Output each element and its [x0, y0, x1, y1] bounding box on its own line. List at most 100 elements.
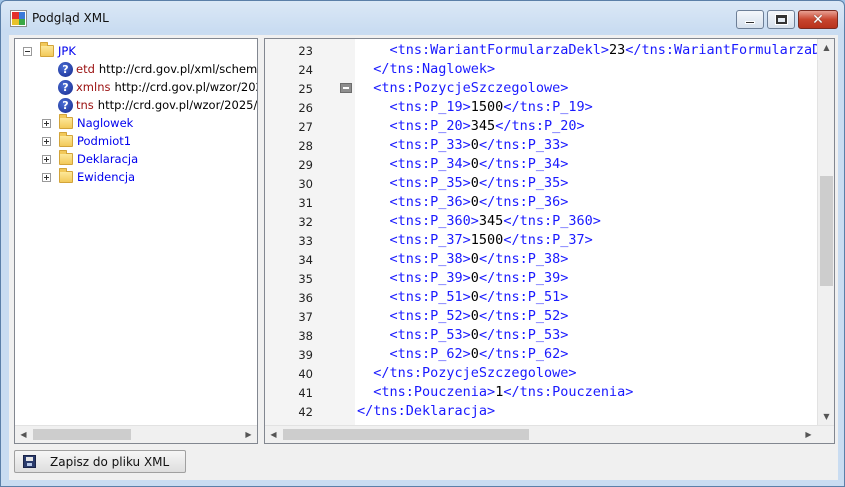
- line-number: 36: [298, 291, 313, 305]
- save-xml-button[interactable]: Zapisz do pliku XML: [14, 450, 186, 473]
- code-line[interactable]: 35 <tns:P_39>0</tns:P_39>: [265, 269, 818, 288]
- line-number: 24: [298, 63, 313, 77]
- attribute-icon: ?: [58, 97, 73, 113]
- line-number: 25: [298, 82, 313, 96]
- code-line[interactable]: 38 <tns:P_53>0</tns:P_53>: [265, 326, 818, 345]
- maximize-icon: [775, 15, 787, 24]
- xml-close-tag: </tns:P_53>: [478, 327, 569, 343]
- title-bar[interactable]: Podgląd XML ✕: [1, 1, 844, 35]
- code-hscroll-thumb[interactable]: [283, 429, 529, 440]
- window-title: Podgląd XML: [32, 11, 109, 25]
- xml-open-tag: <tns:P_33>: [389, 137, 471, 153]
- tree-node-podmiot1[interactable]: Podmiot1: [42, 132, 131, 150]
- code-line[interactable]: 42 </tns:Deklaracja>: [265, 402, 818, 421]
- code-line[interactable]: 41 <tns:Pouczenia>1</tns:Pouczenia>: [265, 383, 818, 402]
- code-text: <tns:P_33>0</tns:P_33>: [357, 136, 569, 155]
- xml-open-tag: <tns:P_37>: [389, 232, 471, 248]
- code-line[interactable]: 29 <tns:P_34>0</tns:P_34>: [265, 155, 818, 174]
- xml-value: 1500: [470, 232, 504, 248]
- tree-horizontal-scrollbar[interactable]: ◀ ▶: [15, 425, 257, 443]
- attribute-value: http://crd.gov.pl/wzor/2025/12/19/14090/: [97, 98, 257, 112]
- scroll-up-arrow-icon[interactable]: ▲: [818, 39, 835, 56]
- tree-node-jpk[interactable]: JPK: [23, 42, 76, 60]
- line-number: 32: [298, 215, 313, 229]
- tree-node-label: Podmiot1: [77, 134, 132, 148]
- expand-icon[interactable]: [42, 118, 51, 128]
- code-line[interactable]: 36 <tns:P_51>0</tns:P_51>: [265, 288, 818, 307]
- xml-tree-view[interactable]: JPK ?etdhttp://crd.gov.pl/xml/schematy/dz…: [14, 38, 258, 444]
- line-number: 29: [298, 158, 313, 172]
- code-vscroll-thumb[interactable]: [820, 176, 833, 286]
- tree-attribute-etd[interactable]: ?etdhttp://crd.gov.pl/xml/schematy/dzied…: [58, 60, 257, 78]
- minimize-button[interactable]: [736, 10, 764, 29]
- code-line[interactable]: 26 <tns:P_19>1500</tns:P_19>: [265, 98, 818, 117]
- code-line[interactable]: 25 <tns:PozycjeSzczegolowe>: [265, 79, 818, 98]
- tree-content: JPK ?etdhttp://crd.gov.pl/xml/schematy/dz…: [15, 39, 257, 425]
- line-number: 35: [298, 272, 313, 286]
- attribute-name: xmlns: [76, 80, 111, 94]
- code-line[interactable]: 37 <tns:P_52>0</tns:P_52>: [265, 307, 818, 326]
- code-lines: 23 <tns:WariantFormularzaDekl>23</tns:Wa…: [265, 39, 818, 425]
- tree-node-label: JPK: [58, 44, 76, 58]
- code-text: <tns:P_52>0</tns:P_52>: [357, 307, 569, 326]
- scroll-right-arrow-icon[interactable]: ▶: [800, 426, 817, 443]
- xml-source-view[interactable]: 23 <tns:WariantFormularzaDekl>23</tns:Wa…: [264, 38, 835, 444]
- code-line[interactable]: 23 <tns:WariantFormularzaDekl>23</tns:Wa…: [265, 41, 818, 60]
- line-number: 23: [298, 44, 313, 58]
- tree-node-ewidencja[interactable]: Ewidencja: [42, 168, 135, 186]
- xml-value: 0: [470, 270, 479, 286]
- tree-attribute-tns[interactable]: ?tnshttp://crd.gov.pl/wzor/2025/12/19/14…: [58, 96, 257, 114]
- line-number: 42: [298, 405, 313, 419]
- xml-open-tag: </tns:PozycjeSzczegolowe>: [373, 365, 577, 381]
- code-vertical-scrollbar[interactable]: ▲ ▼: [817, 39, 834, 425]
- scroll-left-arrow-icon[interactable]: ◀: [15, 426, 32, 443]
- attribute-name: tns: [76, 98, 94, 112]
- code-line[interactable]: 28 <tns:P_33>0</tns:P_33>: [265, 136, 818, 155]
- xml-value: 0: [470, 327, 479, 343]
- maximize-button[interactable]: [767, 10, 795, 29]
- xml-close-tag: </tns:P_39>: [478, 270, 569, 286]
- line-number: 30: [298, 177, 313, 191]
- collapse-icon[interactable]: [23, 46, 32, 56]
- expand-icon[interactable]: [42, 136, 51, 146]
- xml-value: 0: [470, 156, 479, 172]
- xml-close-tag: </tns:P_33>: [478, 137, 569, 153]
- code-line[interactable]: 40 </tns:PozycjeSzczegolowe>: [265, 364, 818, 383]
- fold-toggle-icon[interactable]: [340, 83, 352, 93]
- code-line[interactable]: 33 <tns:P_37>1500</tns:P_37>: [265, 231, 818, 250]
- tree-node-deklaracja[interactable]: Deklaracja: [42, 150, 138, 168]
- scroll-down-arrow-icon[interactable]: ▼: [818, 408, 835, 425]
- code-line[interactable]: 34 <tns:P_38>0</tns:P_38>: [265, 250, 818, 269]
- scroll-right-arrow-icon[interactable]: ▶: [240, 426, 257, 443]
- code-text: </tns:PozycjeSzczegolowe>: [357, 364, 576, 383]
- code-line[interactable]: 31 <tns:P_36>0</tns:P_36>: [265, 193, 818, 212]
- tree-attribute-xmlns[interactable]: ?xmlnshttp://crd.gov.pl/wzor/2025/12/19/…: [58, 78, 257, 96]
- xml-close-tag: </tns:P_62>: [478, 346, 569, 362]
- expand-icon[interactable]: [42, 172, 51, 182]
- code-horizontal-scrollbar[interactable]: ◀ ▶: [265, 425, 834, 443]
- xml-value: 0: [470, 175, 479, 191]
- code-line[interactable]: 24 </tns:Naglowek>: [265, 60, 818, 79]
- code-line[interactable]: 32 <tns:P_360>345</tns:P_360>: [265, 212, 818, 231]
- code-line[interactable]: 39 <tns:P_62>0</tns:P_62>: [265, 345, 818, 364]
- scroll-left-arrow-icon[interactable]: ◀: [265, 426, 282, 443]
- code-text: <tns:P_37>1500</tns:P_37>: [357, 231, 593, 250]
- tree-node-label: Naglowek: [77, 116, 134, 130]
- line-number: 40: [298, 367, 313, 381]
- xml-open-tag: </tns:Deklaracja>: [357, 403, 496, 419]
- xml-open-tag: <tns:P_36>: [389, 194, 471, 210]
- expand-icon[interactable]: [42, 154, 51, 164]
- code-text: <tns:P_20>345</tns:P_20>: [357, 117, 585, 136]
- xml-close-tag: </tns:P_35>: [478, 175, 569, 191]
- xml-open-tag: <tns:P_39>: [389, 270, 471, 286]
- tree-node-naglowek[interactable]: Naglowek: [42, 114, 133, 132]
- line-number: 28: [298, 139, 313, 153]
- xml-close-tag: </tns:P_20>: [495, 118, 585, 134]
- attribute-icon: ?: [58, 61, 73, 77]
- close-button[interactable]: ✕: [798, 10, 838, 29]
- code-line[interactable]: 27 <tns:P_20>345</tns:P_20>: [265, 117, 818, 136]
- tree-scroll-thumb[interactable]: [33, 429, 131, 440]
- code-line[interactable]: 30 <tns:P_35>0</tns:P_35>: [265, 174, 818, 193]
- line-number: 33: [298, 234, 313, 248]
- app-icon: [10, 10, 27, 27]
